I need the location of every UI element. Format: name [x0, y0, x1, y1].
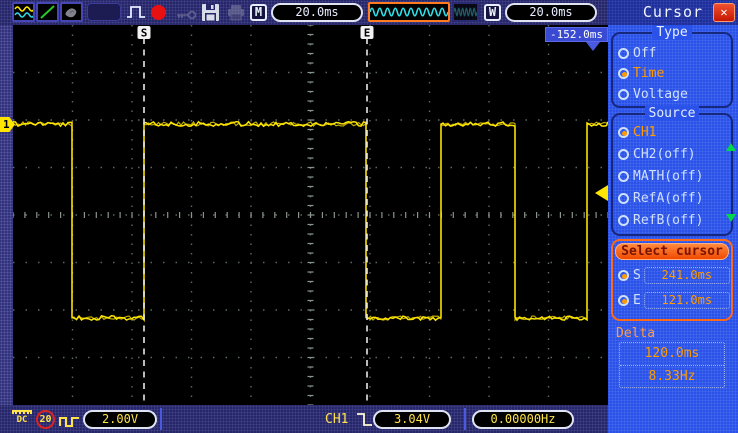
- window-timebase-label: W: [484, 4, 501, 21]
- radio-icon: [618, 68, 629, 79]
- top-toolbar: M 20.0ms W 20.0ms: [0, 0, 608, 25]
- radio-icon: [618, 270, 629, 281]
- scroll-down-icon[interactable]: [726, 214, 736, 222]
- delta-title: Delta: [616, 326, 655, 341]
- svg-text:E: E: [364, 27, 371, 40]
- svg-text:S: S: [141, 27, 148, 40]
- slope-icon[interactable]: [36, 2, 59, 22]
- select-cursor-button[interactable]: Select cursor: [615, 243, 729, 260]
- status-bar: DC 20 2.00V CH1 3.04V 0.00000Hz: [0, 405, 608, 433]
- type-option-off[interactable]: Off: [618, 44, 656, 62]
- graticule-and-trace: SE: [13, 25, 608, 405]
- channel-waveforms-icon[interactable]: [12, 2, 35, 22]
- main-timebase-label: M: [250, 4, 267, 21]
- window-zone-dim-icon[interactable]: [452, 2, 479, 22]
- scope-display: SE 1 -152.0ms: [0, 25, 608, 405]
- radio-icon: [618, 149, 629, 160]
- select-cursor-group: Select cursor S 241.0ms E 121.0ms: [611, 239, 733, 321]
- square-wave-icon: [59, 413, 81, 432]
- bandwidth-limit-badge: 20: [36, 410, 55, 429]
- window-zone-icon[interactable]: [368, 2, 450, 22]
- pulse-icon[interactable]: [126, 3, 148, 25]
- scroll-up-icon[interactable]: [726, 143, 736, 151]
- cursor-e-row[interactable]: E 121.0ms: [618, 291, 730, 309]
- type-option-voltage[interactable]: Voltage: [618, 85, 688, 103]
- horizontal-position-pointer-icon: [586, 42, 600, 51]
- delta-readout-box: 120.0ms 8.33Hz: [619, 342, 725, 388]
- cursor-e-value: 121.0ms: [644, 292, 730, 309]
- falling-edge-icon: [356, 410, 374, 432]
- source-option-ch2[interactable]: CH2(off): [618, 145, 696, 163]
- save-icon[interactable]: [201, 3, 220, 26]
- source-option-refb[interactable]: RefB(off): [618, 211, 703, 229]
- left-margin: [0, 25, 13, 405]
- cursor-s-value: 241.0ms: [644, 267, 730, 284]
- trigger-level-arrow[interactable]: [595, 185, 608, 201]
- source-option-refa[interactable]: RefA(off): [618, 189, 703, 207]
- delta-freq-value: 8.33Hz: [620, 366, 724, 389]
- divider: [160, 408, 162, 430]
- cursor-menu-panel: Cursor ✕ Type Off Time Voltage Source CH…: [608, 0, 738, 433]
- type-group: Type Off Time Voltage: [611, 32, 733, 108]
- empty-slot: [87, 3, 121, 21]
- cursor-s-row[interactable]: S 241.0ms: [618, 266, 730, 284]
- window-timebase-readout: 20.0ms: [505, 3, 597, 22]
- coupling-icon: DC: [12, 410, 32, 425]
- radio-icon: [618, 48, 629, 59]
- source-group-title: Source: [613, 106, 731, 121]
- key-icon: [176, 6, 198, 25]
- type-group-title: Type: [613, 25, 731, 40]
- main-timebase-readout: 20.0ms: [271, 3, 363, 22]
- record-icon[interactable]: [151, 5, 166, 20]
- radio-icon: [618, 295, 629, 306]
- source-group: Source CH1 CH2(off) MATH(off) RefA(off) …: [611, 113, 733, 236]
- horizontal-position-readout: -152.0ms: [545, 27, 608, 42]
- utility-icon[interactable]: [60, 2, 83, 22]
- frequency-readout: 0.00000Hz: [472, 410, 574, 429]
- oscilloscope-screen: M 20.0ms W 20.0ms SE 1 -152.0ms DC 20 2.…: [0, 0, 738, 433]
- source-option-math[interactable]: MATH(off): [618, 167, 703, 185]
- trigger-level-readout: 3.04V: [373, 410, 451, 429]
- source-option-ch1[interactable]: CH1: [618, 123, 656, 141]
- ch1-scale-readout: 2.00V: [83, 410, 157, 429]
- divider: [464, 408, 466, 430]
- radio-icon: [618, 127, 629, 138]
- coupling-label: DC: [17, 415, 28, 425]
- close-icon[interactable]: ✕: [713, 3, 735, 22]
- radio-icon: [618, 89, 629, 100]
- radio-icon: [618, 193, 629, 204]
- print-icon: [226, 4, 246, 25]
- trigger-source-label: CH1: [325, 412, 348, 427]
- radio-icon: [618, 215, 629, 226]
- radio-icon: [618, 171, 629, 182]
- type-option-time[interactable]: Time: [618, 64, 664, 82]
- delta-time-value: 120.0ms: [620, 343, 724, 366]
